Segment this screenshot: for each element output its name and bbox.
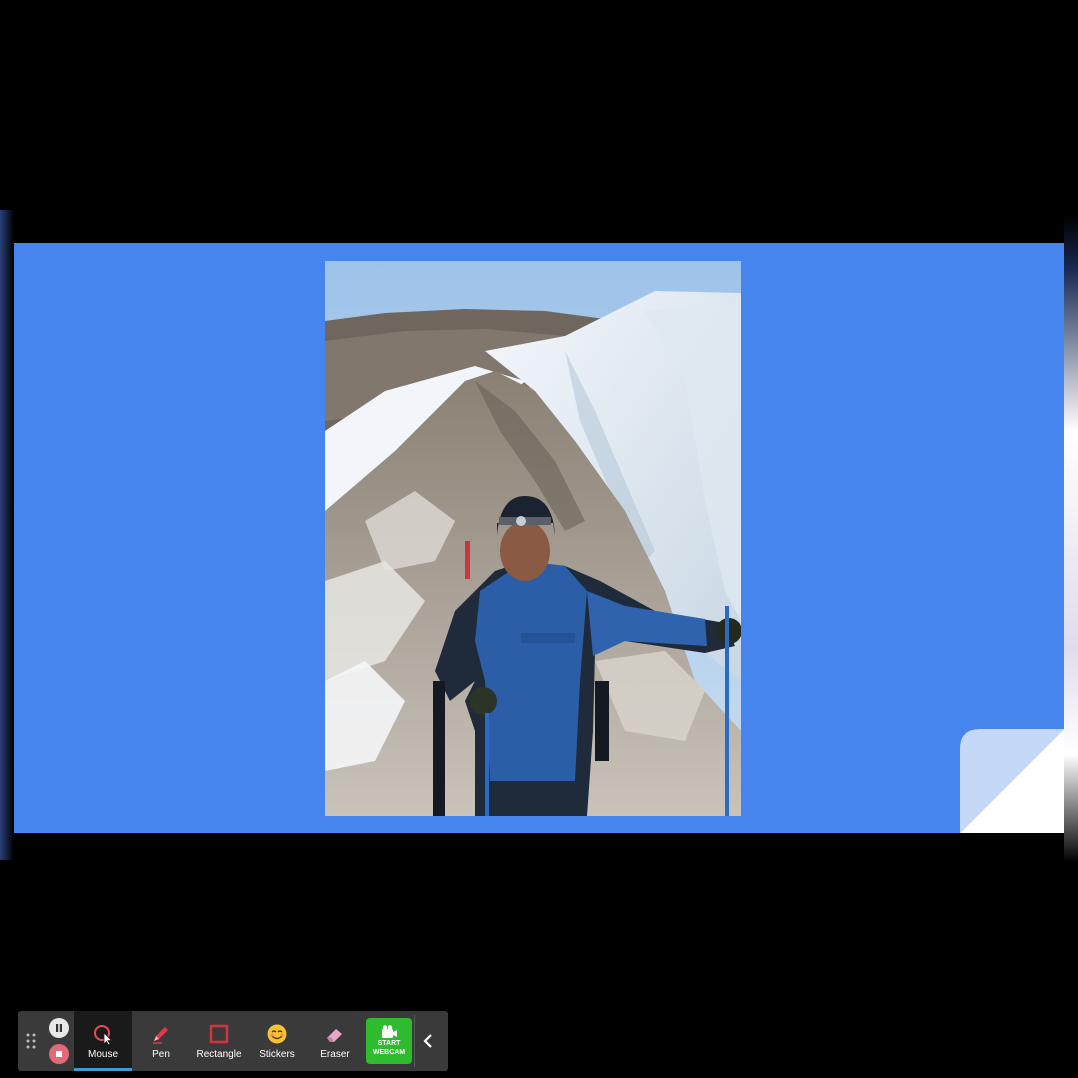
window-edge-right	[1064, 0, 1078, 1078]
webcam-area: START WEBCAM	[364, 1011, 414, 1071]
drag-handle-icon[interactable]	[18, 1011, 44, 1071]
pen-icon	[150, 1023, 172, 1045]
webcam-label-line1: START	[377, 1040, 401, 1047]
mouse-pointer-icon	[92, 1023, 114, 1045]
tool-stickers[interactable]: Stickers	[248, 1011, 306, 1071]
stop-icon	[56, 1051, 62, 1057]
collapse-toolbar-button[interactable]	[415, 1011, 441, 1071]
presentation-slide	[14, 243, 1064, 833]
page-curl-corner[interactable]	[960, 729, 1064, 833]
stop-button[interactable]	[49, 1044, 69, 1064]
sticker-smiley-icon	[266, 1023, 288, 1045]
screen-recorder-canvas: Mouse Pen Rectangle Stickers Eraser STAR…	[0, 0, 1078, 1078]
photo-climber-on-glacier	[325, 261, 741, 816]
tool-label: Stickers	[259, 1048, 295, 1060]
tool-label: Eraser	[320, 1048, 350, 1060]
eraser-icon	[324, 1023, 346, 1045]
start-webcam-button[interactable]: START WEBCAM	[366, 1018, 412, 1064]
recording-controls	[44, 1011, 74, 1071]
webcam-icon	[382, 1025, 397, 1038]
tool-mouse[interactable]: Mouse	[74, 1011, 132, 1071]
tool-label: Mouse	[87, 1048, 118, 1060]
tool-rectangle[interactable]: Rectangle	[190, 1011, 248, 1071]
window-edge-left	[0, 210, 14, 860]
tool-eraser[interactable]: Eraser	[306, 1011, 364, 1071]
webcam-label-line2: WEBCAM	[372, 1049, 406, 1056]
rectangle-icon	[208, 1023, 230, 1045]
recording-toolbar: Mouse Pen Rectangle Stickers Eraser STAR…	[18, 1011, 448, 1071]
pause-button[interactable]	[49, 1018, 69, 1038]
tool-pen[interactable]: Pen	[132, 1011, 190, 1071]
tool-label: Rectangle	[196, 1048, 242, 1060]
tool-label: Pen	[152, 1048, 170, 1060]
chevron-left-icon	[423, 1034, 432, 1048]
pause-icon	[56, 1024, 62, 1032]
